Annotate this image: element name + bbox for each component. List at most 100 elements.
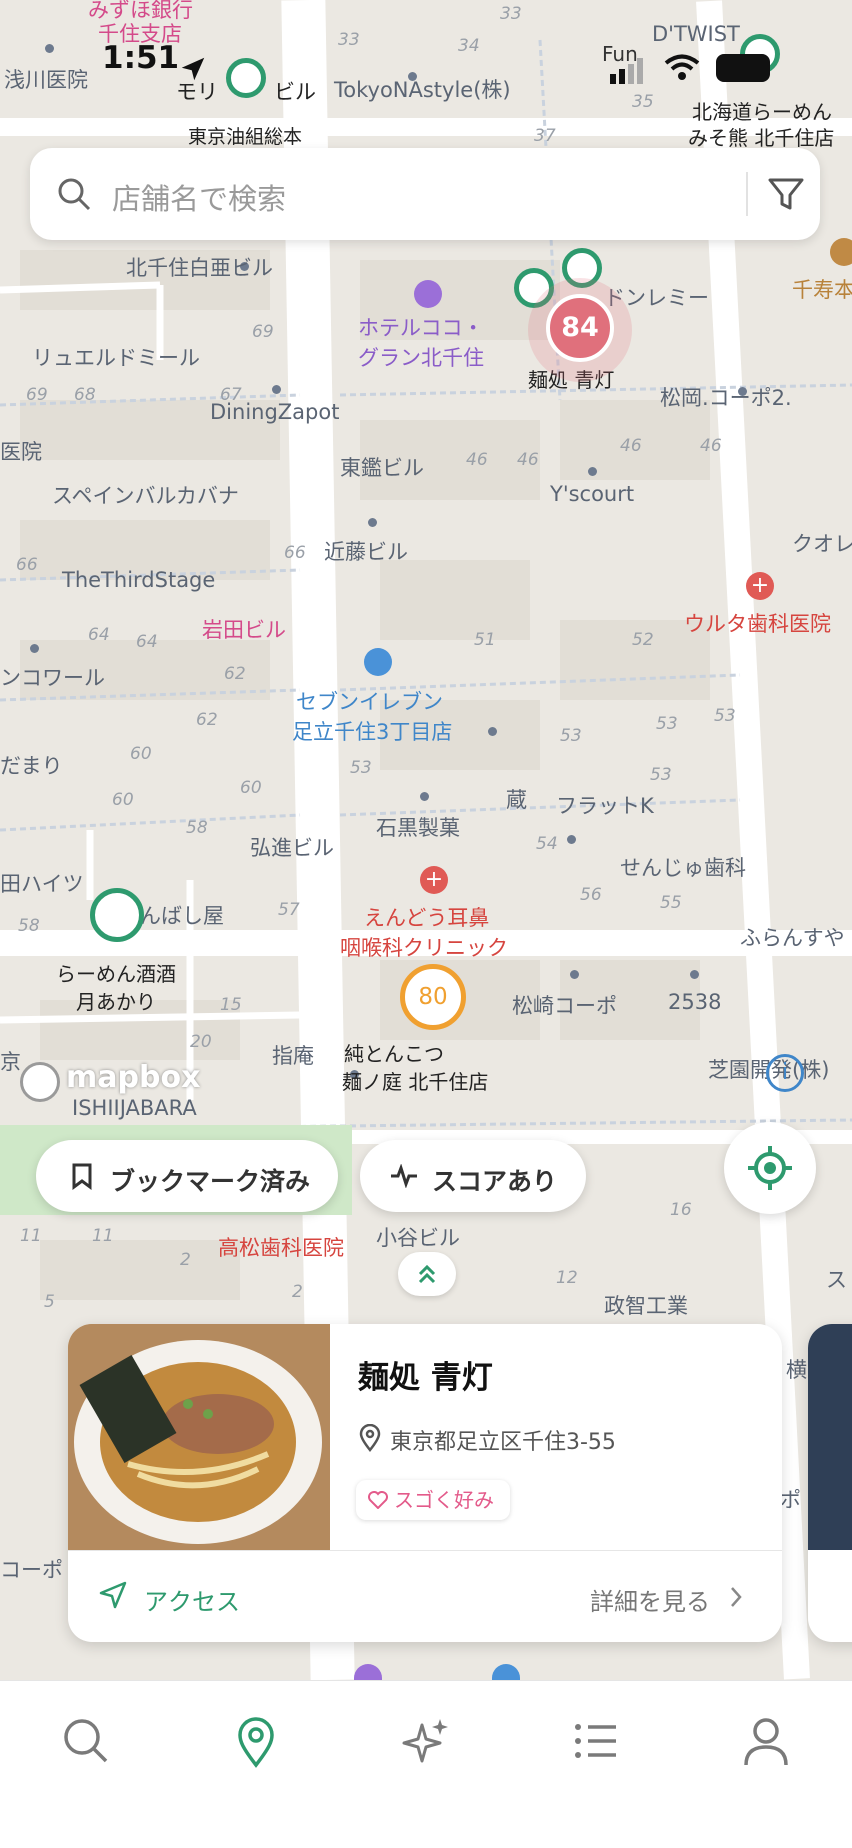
- map-label: ス: [826, 1268, 847, 1292]
- store-marker[interactable]: [226, 58, 266, 98]
- store-marker[interactable]: [90, 888, 144, 942]
- hospital-icon: +: [420, 866, 448, 894]
- lot-number: 60: [112, 790, 134, 810]
- score-marker-orange[interactable]: 80: [400, 964, 466, 1030]
- map-label: セブンイレブン: [296, 690, 443, 714]
- lot-number: 53: [350, 758, 372, 778]
- chevron-right-icon: [731, 1587, 742, 1607]
- lot-number: 64: [88, 625, 110, 645]
- lot-number: 20: [190, 1032, 212, 1052]
- lot-number: 16: [670, 1200, 692, 1220]
- current-location-button[interactable]: [724, 1122, 816, 1214]
- map-label: 指庵: [272, 1044, 314, 1068]
- access-button[interactable]: アクセス: [144, 1582, 240, 1617]
- score-marker-red[interactable]: 84: [546, 294, 614, 362]
- expand-sheet-button[interactable]: [398, 1252, 456, 1296]
- hotel-icon: [414, 280, 442, 308]
- map-label: グラン北千住: [358, 346, 484, 370]
- lot-number: 57: [278, 900, 300, 920]
- lot-number: 60: [130, 744, 152, 764]
- lot-number: 46: [517, 450, 539, 470]
- view-details-button[interactable]: 詳細を見る: [590, 1582, 710, 1617]
- tab-sparkle-icon[interactable]: [396, 1711, 456, 1771]
- poi-dot: [690, 970, 699, 979]
- next-store-card[interactable]: [808, 1324, 852, 1642]
- search-icon: [58, 178, 91, 211]
- map-label: 小谷ビル: [376, 1226, 460, 1250]
- map-label: ふらんすや: [740, 926, 845, 950]
- lot-number: 55: [660, 893, 682, 913]
- preference-badge: スゴく好み: [356, 1480, 510, 1520]
- poi-dot: [30, 644, 39, 653]
- lot-number: 64: [136, 632, 158, 652]
- card-divider: [68, 1550, 782, 1551]
- lot-number: 53: [560, 726, 582, 746]
- map-label: 政智工業: [604, 1294, 688, 1318]
- map-label: 松岡.コーポ2.: [660, 386, 792, 410]
- map-label: 京: [0, 1050, 21, 1074]
- map-label: 月あかり: [76, 990, 156, 1014]
- map-label: 北千住白亜ビル: [126, 256, 273, 280]
- tab-map-pin-icon[interactable]: [226, 1711, 286, 1771]
- map-label: ポ: [780, 1488, 801, 1512]
- lot-number: 52: [632, 630, 654, 650]
- crosshair-icon: [748, 1146, 792, 1190]
- lot-number: 69: [252, 322, 274, 342]
- map-label: ホテルココ・: [358, 316, 484, 340]
- lot-number: 12: [556, 1268, 578, 1288]
- tab-search-icon[interactable]: [56, 1711, 116, 1771]
- lot-number: 11: [20, 1226, 42, 1246]
- filter-icon[interactable]: [766, 174, 806, 214]
- search-bar[interactable]: 店舗名で検索: [30, 148, 820, 240]
- lot-number: 46: [466, 450, 488, 470]
- map-label: 足立千住3丁目店: [292, 720, 453, 744]
- poi-dot: [488, 727, 497, 736]
- lot-number: 69: [26, 385, 48, 405]
- map-pin-icon: [359, 1424, 381, 1452]
- map-label: 千寿本: [792, 278, 852, 302]
- store-name: 麺処 青灯: [358, 1360, 493, 1396]
- lot-number: 46: [620, 436, 642, 456]
- map-label: 純とんこつ: [344, 1042, 444, 1066]
- poi-dot: [272, 385, 281, 394]
- battery-icon: [716, 54, 770, 82]
- map-label: みそ熊 北千住店: [688, 126, 835, 150]
- map-label: 2538: [668, 990, 722, 1014]
- map-label: クオレ: [792, 532, 852, 556]
- lot-number: 56: [580, 885, 602, 905]
- lot-number: 53: [714, 706, 736, 726]
- map-label: D'TWIST: [652, 22, 740, 46]
- map-label: せんじゅ歯科: [620, 856, 746, 880]
- store-photo: [808, 1324, 852, 1550]
- bookmarked-filter-button[interactable]: ブックマーク済み: [36, 1140, 338, 1212]
- map-label: 咽喉科クリニック: [340, 936, 508, 960]
- lot-number: 60: [240, 778, 262, 798]
- store-address: 東京都足立区千住3-55: [390, 1430, 616, 1455]
- location-arrow-icon: [181, 57, 205, 81]
- mapbox-logo-text: mapbox: [66, 1060, 201, 1095]
- map-label: Y'scourt: [550, 482, 635, 506]
- map-label: リュエルドミール: [32, 346, 200, 370]
- map-label: TokyoNAstyle(株): [334, 78, 511, 102]
- search-input[interactable]: 店舗名で検索: [112, 176, 286, 218]
- map-label: ンコワール: [0, 666, 105, 690]
- map-label: らーめん酒酒: [56, 962, 176, 986]
- lot-number: 58: [18, 916, 40, 936]
- lot-number: 53: [656, 714, 678, 734]
- tab-profile-icon[interactable]: [736, 1711, 796, 1771]
- lot-number: 15: [220, 995, 242, 1015]
- map-label: TheThirdStage: [62, 568, 216, 592]
- map-label: 横: [786, 1358, 807, 1382]
- map-label: 弘進ビル: [250, 836, 334, 860]
- map-label: 医院: [0, 440, 42, 464]
- map-label: えんどう耳鼻: [364, 906, 490, 930]
- heart-icon: [368, 1491, 388, 1509]
- map-label: ウルタ歯科医院: [684, 612, 831, 636]
- store-card[interactable]: 麺処 青灯 東京都足立区千住3-55 スゴく好み アクセス 詳細を見る: [68, 1324, 782, 1642]
- map-label: 岩田ビル: [202, 618, 286, 642]
- tab-list-icon[interactable]: [566, 1711, 626, 1771]
- info-icon: i: [766, 1054, 804, 1092]
- status-time: 1:51: [102, 40, 180, 76]
- map-label: 麺ノ庭 北千住店: [342, 1070, 489, 1094]
- scored-filter-button[interactable]: スコアあり: [360, 1140, 586, 1212]
